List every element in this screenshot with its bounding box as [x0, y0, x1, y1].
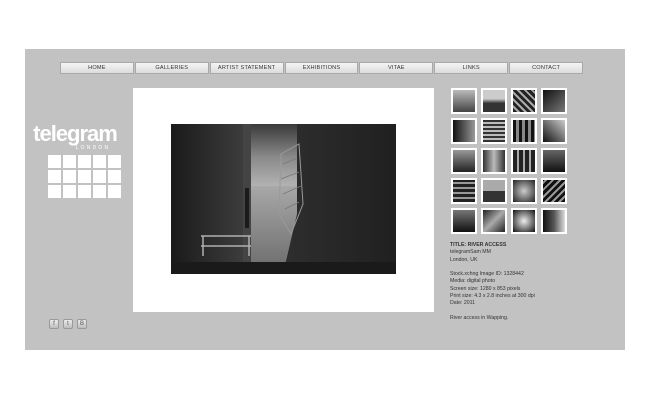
- thumbnail[interactable]: [511, 208, 537, 234]
- thumbnail[interactable]: [451, 178, 477, 204]
- grid-square: [48, 155, 61, 168]
- nav-home[interactable]: HOME: [60, 62, 134, 74]
- thumbnail[interactable]: [481, 118, 507, 144]
- nav-galleries[interactable]: GALLERIES: [134, 62, 209, 74]
- grid-square: [63, 155, 76, 168]
- thumbnail[interactable]: [511, 88, 537, 114]
- photo-location: London, UK: [450, 256, 478, 263]
- thumbnail[interactable]: [541, 178, 567, 204]
- thumbnail[interactable]: [541, 208, 567, 234]
- twitter-icon[interactable]: t: [63, 319, 73, 329]
- grid-square: [93, 170, 106, 183]
- photo-screen-size: Screen size: 1280 x 853 pixels: [450, 285, 521, 292]
- photo-info: TITLE: RIVER ACCESS telegramSam MM Londo…: [450, 242, 620, 322]
- nav-exhibitions[interactable]: EXHIBITIONS: [284, 62, 359, 74]
- thumbnail-gallery: [451, 88, 571, 234]
- photo-date: Date: 2011: [450, 300, 475, 307]
- thumbnail[interactable]: [481, 178, 507, 204]
- blogger-icon[interactable]: B: [77, 319, 87, 329]
- grid-square: [108, 170, 121, 183]
- thumbnail[interactable]: [541, 88, 567, 114]
- thumbnail[interactable]: [451, 148, 477, 174]
- grid-square: [93, 185, 106, 198]
- grid-square: [108, 185, 121, 198]
- grid-square: [48, 185, 61, 198]
- main-nav: HOME GALLERIES ARTIST STATEMENT EXHIBITI…: [60, 62, 584, 74]
- photo-title: TITLE: RIVER ACCESS: [450, 242, 507, 248]
- thumbnail[interactable]: [541, 118, 567, 144]
- thumbnail[interactable]: [511, 118, 537, 144]
- facebook-icon[interactable]: f: [49, 319, 59, 329]
- grid-square: [63, 185, 76, 198]
- grid-square: [48, 170, 61, 183]
- photo-stock-id: Stock.xchng Image ID: 1328442: [450, 271, 524, 278]
- thumbnail[interactable]: [481, 208, 507, 234]
- site-logo[interactable]: telegram LONDON: [25, 121, 125, 152]
- photo-media: Media: digital photo: [450, 278, 495, 285]
- thumbnail[interactable]: [481, 88, 507, 114]
- featured-photo[interactable]: [171, 124, 396, 274]
- grid-square: [78, 170, 91, 183]
- logo-wordmark: telegram: [33, 121, 118, 146]
- photo-author: telegramSam MM: [450, 249, 491, 256]
- logo-square-grid: [48, 155, 124, 201]
- nav-artist-statement[interactable]: ARTIST STATEMENT: [209, 62, 284, 74]
- grid-square: [108, 155, 121, 168]
- grid-square: [78, 185, 91, 198]
- social-links: f t B: [49, 319, 91, 329]
- grid-square: [63, 170, 76, 183]
- thumbnail[interactable]: [481, 148, 507, 174]
- thumbnail[interactable]: [541, 148, 567, 174]
- nav-links[interactable]: LINKS: [434, 62, 509, 74]
- thumbnail[interactable]: [511, 148, 537, 174]
- thumbnail[interactable]: [511, 178, 537, 204]
- nav-vitae[interactable]: VITAE: [359, 62, 434, 74]
- page-canvas: HOME GALLERIES ARTIST STATEMENT EXHIBITI…: [25, 49, 625, 350]
- nav-contact[interactable]: CONTACT: [509, 62, 584, 74]
- thumbnail[interactable]: [451, 118, 477, 144]
- photo-description: River access in Wapping.: [450, 314, 509, 321]
- photo-river-access: [171, 124, 396, 274]
- photo-print-size: Print size: 4.3 x 2.8 inches at 300 dpi: [450, 293, 535, 300]
- grid-square: [78, 155, 91, 168]
- thumbnail[interactable]: [451, 208, 477, 234]
- thumbnail[interactable]: [451, 88, 477, 114]
- main-photo-panel: [133, 88, 434, 312]
- grid-square: [93, 155, 106, 168]
